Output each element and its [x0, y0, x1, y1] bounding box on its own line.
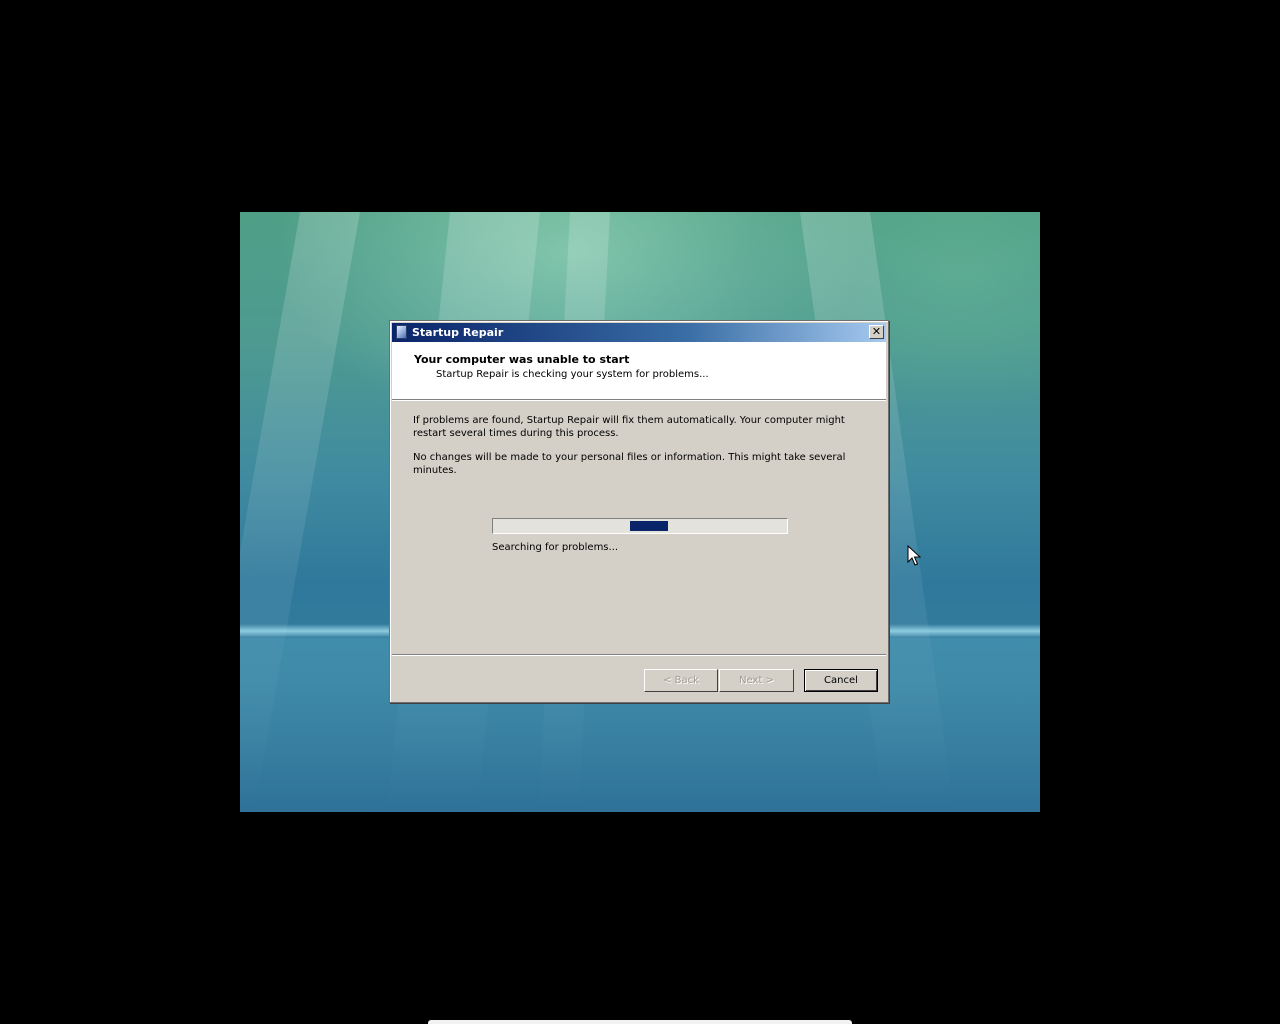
- info-paragraph: No changes will be made to your personal…: [413, 452, 846, 476]
- dialog-titlebar[interactable]: Startup Repair ✕: [392, 323, 886, 342]
- close-button[interactable]: ✕: [869, 325, 884, 339]
- header-title: Your computer was unable to start: [414, 353, 630, 366]
- footer-divider: [392, 654, 886, 656]
- next-button[interactable]: Next >: [719, 669, 794, 692]
- mouse-pointer-icon: [907, 545, 921, 566]
- dialog-header: Your computer was unable to start Startu…: [392, 342, 886, 399]
- startup-repair-dialog: Startup Repair ✕ Your computer was unabl…: [389, 320, 889, 703]
- bottom-edge-bar: [428, 1020, 852, 1024]
- progress-marquee-segment: [630, 521, 668, 531]
- progress-bar: [492, 518, 788, 534]
- startup-repair-icon: [396, 325, 407, 339]
- cancel-button[interactable]: Cancel: [804, 669, 878, 692]
- back-button[interactable]: < Back: [644, 669, 718, 692]
- status-text: Searching for problems...: [492, 542, 619, 553]
- header-subtitle: Startup Repair is checking your system f…: [436, 369, 709, 380]
- dialog-title: Startup Repair: [412, 326, 504, 339]
- header-divider: [392, 399, 886, 401]
- close-icon: ✕: [871, 325, 882, 338]
- info-paragraph: If problems are found, Startup Repair wi…: [413, 415, 845, 439]
- screen: Startup Repair ✕ Your computer was unabl…: [0, 0, 1280, 1024]
